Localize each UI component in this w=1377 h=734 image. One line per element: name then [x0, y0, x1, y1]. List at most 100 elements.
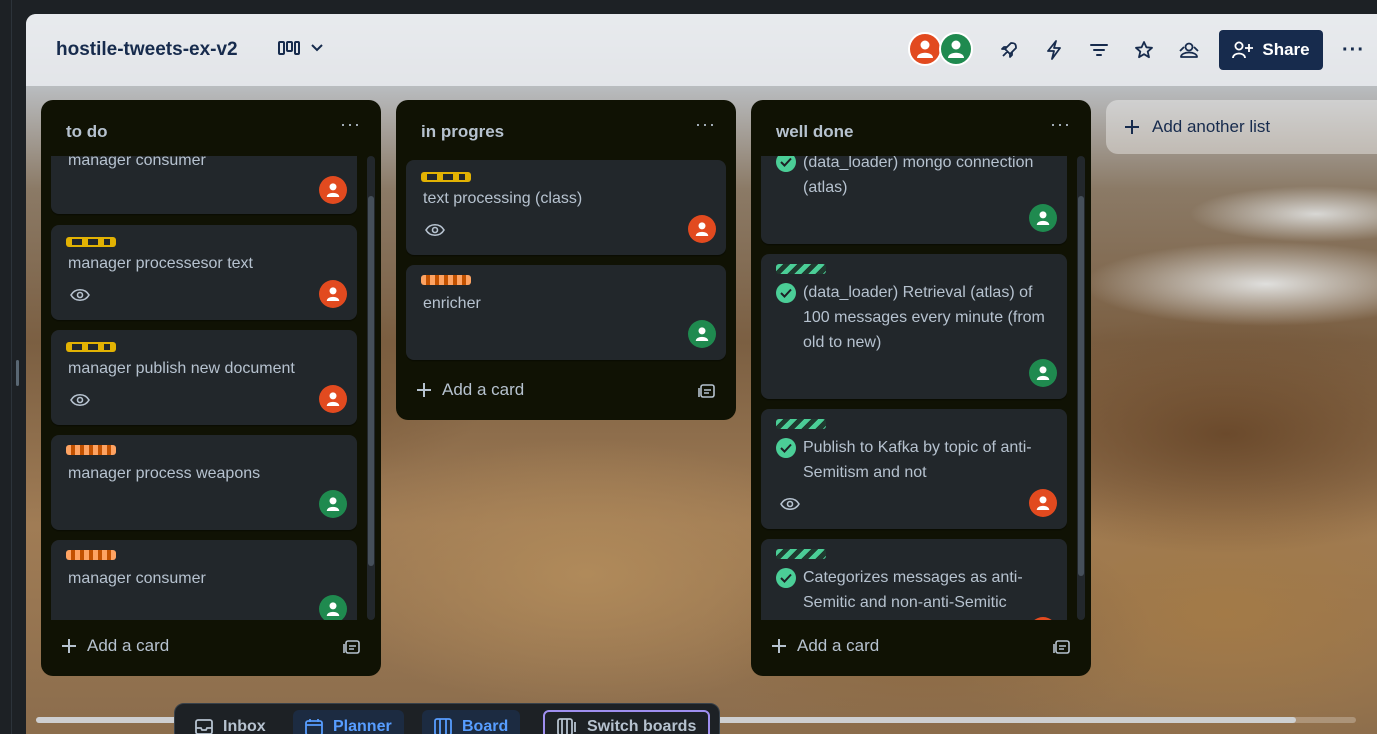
add-card-label: Add a card — [797, 636, 880, 655]
plus-icon — [62, 639, 76, 653]
scrollbar-thumb[interactable] — [1078, 196, 1084, 576]
card-label-yellow[interactable] — [421, 172, 471, 182]
card[interactable]: manager consumer — [51, 156, 357, 214]
card-member-avatar[interactable] — [688, 215, 716, 243]
board-button[interactable]: Board — [422, 710, 521, 734]
complete-check-icon[interactable] — [776, 568, 796, 588]
card[interactable]: text processing (class) — [406, 160, 726, 255]
add-card-label: Add a card — [87, 636, 170, 655]
card-title: (data_loader) Retrieval (atlas) of 100 m… — [803, 284, 1045, 351]
member-avatar[interactable] — [939, 32, 973, 66]
card-template-icon[interactable] — [1053, 638, 1071, 656]
card-label-orange[interactable] — [66, 445, 116, 455]
card-member-avatar[interactable] — [1029, 359, 1057, 387]
card[interactable]: Categorizes messages as anti-Semitic and… — [761, 539, 1067, 620]
card-title: manager publish new document — [68, 360, 295, 377]
inbox-button[interactable]: Inbox — [183, 710, 278, 734]
plus-icon — [417, 383, 431, 397]
switch-boards-button[interactable]: Switch boards — [543, 710, 711, 734]
card-label-orange[interactable] — [66, 550, 116, 560]
board-header: hostile-tweets-ex-v2 Share ··· — [26, 14, 1377, 86]
add-card-button[interactable]: Add a card — [771, 636, 879, 656]
card-label-green[interactable] — [776, 264, 826, 274]
card-member-avatar[interactable] — [688, 320, 716, 348]
share-button[interactable]: Share — [1219, 30, 1323, 70]
card-title: manager consumer — [68, 156, 206, 169]
list-title[interactable]: to do — [66, 122, 108, 142]
user-icon — [1036, 211, 1050, 225]
plus-icon — [772, 639, 786, 653]
list-scrollbar[interactable] — [367, 156, 375, 620]
card-list: text processing (class) enricher — [406, 156, 726, 366]
user-icon — [695, 222, 709, 236]
board-menu-icon[interactable]: ··· — [1342, 39, 1365, 62]
user-icon — [917, 40, 933, 58]
left-rail — [0, 0, 12, 734]
card-template-icon[interactable] — [698, 382, 716, 400]
sidebar-resize-handle[interactable] — [16, 360, 19, 386]
card[interactable]: manager process weapons — [51, 435, 357, 530]
card-member-avatar[interactable] — [1029, 489, 1057, 517]
plus-icon — [1125, 120, 1139, 134]
card-label-green[interactable] — [776, 549, 826, 559]
card[interactable]: manager consumer — [51, 540, 357, 620]
complete-check-icon[interactable] — [776, 438, 796, 458]
switch-boards-label: Switch boards — [587, 718, 697, 734]
automation-icon[interactable] — [1043, 39, 1065, 61]
card-list: manager consumer manager processesor tex… — [51, 156, 357, 620]
card-member-avatar[interactable] — [319, 595, 347, 620]
card[interactable]: manager processesor text — [51, 225, 357, 320]
card[interactable]: (data_loader) Retrieval (atlas) of 100 m… — [761, 254, 1067, 399]
card-member-avatar[interactable] — [319, 280, 347, 308]
add-card-button[interactable]: Add a card — [416, 380, 524, 400]
power-ups-icon[interactable] — [998, 39, 1020, 61]
card[interactable]: enricher — [406, 265, 726, 360]
list-title[interactable]: well done — [776, 122, 853, 142]
watch-icon — [425, 223, 445, 237]
planner-button[interactable]: Planner — [293, 710, 404, 734]
complete-check-icon[interactable] — [776, 283, 796, 303]
list-menu-icon[interactable]: ··· — [340, 114, 361, 135]
add-list-button[interactable]: Add another list — [1106, 100, 1377, 154]
complete-check-icon[interactable] — [776, 156, 796, 172]
card-label-green[interactable] — [776, 419, 826, 429]
list-menu-icon[interactable]: ··· — [695, 114, 716, 135]
card-title: (data_loader) mongo connection (atlas) — [803, 156, 1034, 196]
inbox-icon — [195, 719, 213, 734]
add-user-icon — [1232, 41, 1254, 59]
card-member-avatar[interactable] — [1029, 617, 1057, 620]
card-label-orange[interactable] — [421, 275, 471, 285]
list-title[interactable]: in progres — [421, 122, 504, 142]
board-view-switcher[interactable] — [278, 40, 324, 56]
card-title: Publish to Kafka by topic of anti-Semiti… — [803, 439, 1032, 481]
user-icon — [326, 392, 340, 406]
add-card-button[interactable]: Add a card — [61, 636, 169, 656]
list-scrollbar[interactable] — [1077, 156, 1085, 620]
watch-icon — [70, 393, 90, 407]
card-title: manager process weapons — [68, 465, 261, 482]
filter-icon[interactable] — [1088, 39, 1110, 61]
board-title[interactable]: hostile-tweets-ex-v2 — [56, 39, 238, 61]
card-member-avatar[interactable] — [319, 490, 347, 518]
card-member-avatar[interactable] — [319, 176, 347, 204]
board-members[interactable] — [908, 32, 973, 66]
card-label-yellow[interactable] — [66, 342, 116, 352]
card[interactable]: manager publish new document — [51, 330, 357, 425]
card-label-yellow[interactable] — [66, 237, 116, 247]
visibility-icon[interactable] — [1178, 39, 1200, 61]
bottom-navigation: Inbox Planner Board Switch boards — [174, 703, 720, 734]
card-member-avatar[interactable] — [1029, 204, 1057, 232]
list-in-progres: in progres ··· text processing (class) e… — [396, 100, 736, 420]
member-avatar[interactable] — [908, 32, 942, 66]
card[interactable]: Publish to Kafka by topic of anti-Semiti… — [761, 409, 1067, 529]
card-member-avatar[interactable] — [319, 385, 347, 413]
card-title: enricher — [423, 295, 481, 312]
user-icon — [1036, 366, 1050, 380]
list-menu-icon[interactable]: ··· — [1050, 114, 1071, 135]
scrollbar-thumb[interactable] — [368, 196, 374, 566]
card-template-icon[interactable] — [343, 638, 361, 656]
card-title: manager processesor text — [68, 255, 253, 272]
card[interactable]: (data_loader) mongo connection (atlas) — [761, 156, 1067, 244]
card-title: Categorizes messages as anti-Semitic and… — [803, 569, 1023, 611]
star-icon[interactable] — [1133, 39, 1155, 61]
